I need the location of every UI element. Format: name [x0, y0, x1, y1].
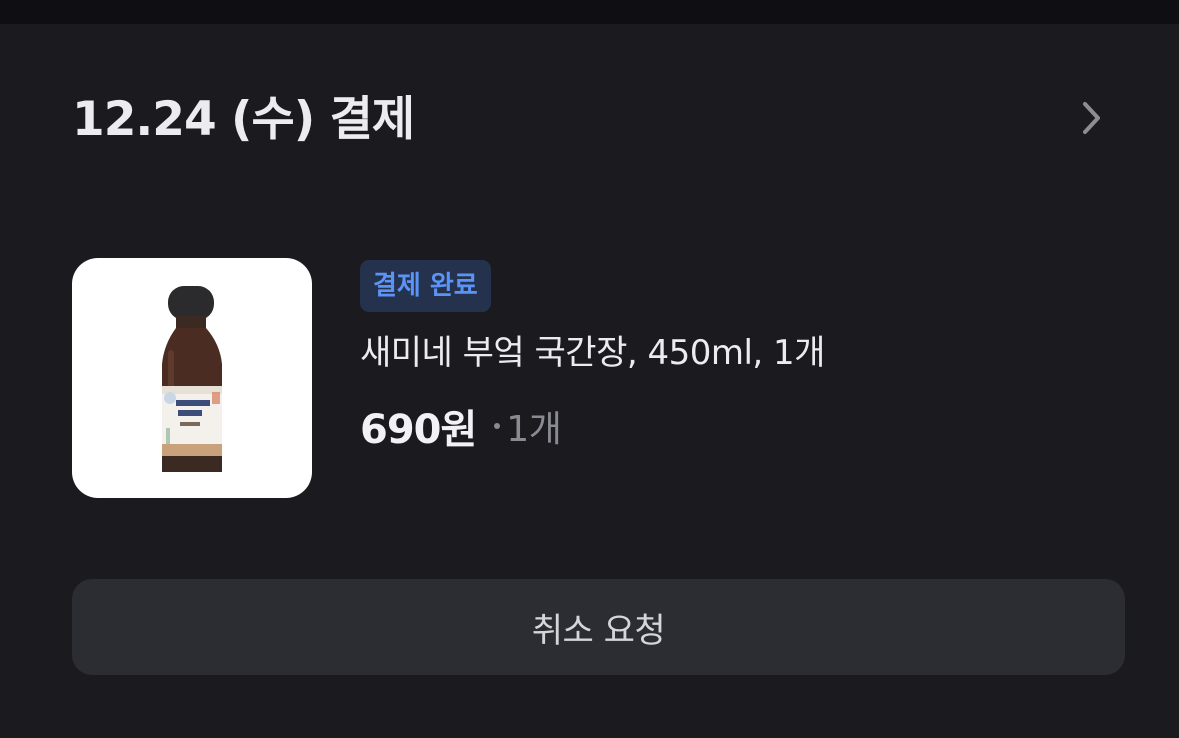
order-card: 12.24 (수) 결제 결제 완료 새미네 부엌 국간장, 450ml, 1개…: [0, 24, 1179, 738]
soy-sauce-bottle-image: [162, 286, 222, 472]
order-header[interactable]: 12.24 (수) 결제: [72, 90, 1112, 150]
separator-dot: [494, 423, 501, 429]
price: 690원: [360, 407, 477, 453]
chevron-right-icon[interactable]: [1076, 98, 1106, 138]
top-strip: [0, 0, 1179, 24]
price-row: 690원 1개: [360, 398, 562, 454]
status-badge: 결제 완료: [360, 260, 491, 312]
order-date-title: 12.24 (수) 결제: [72, 92, 415, 147]
product-name[interactable]: 새미네 부엌 국간장, 450ml, 1개: [360, 330, 825, 376]
cancel-request-button[interactable]: 취소 요청: [72, 579, 1125, 675]
product-thumbnail[interactable]: [72, 258, 312, 498]
quantity: 1개: [506, 409, 562, 450]
